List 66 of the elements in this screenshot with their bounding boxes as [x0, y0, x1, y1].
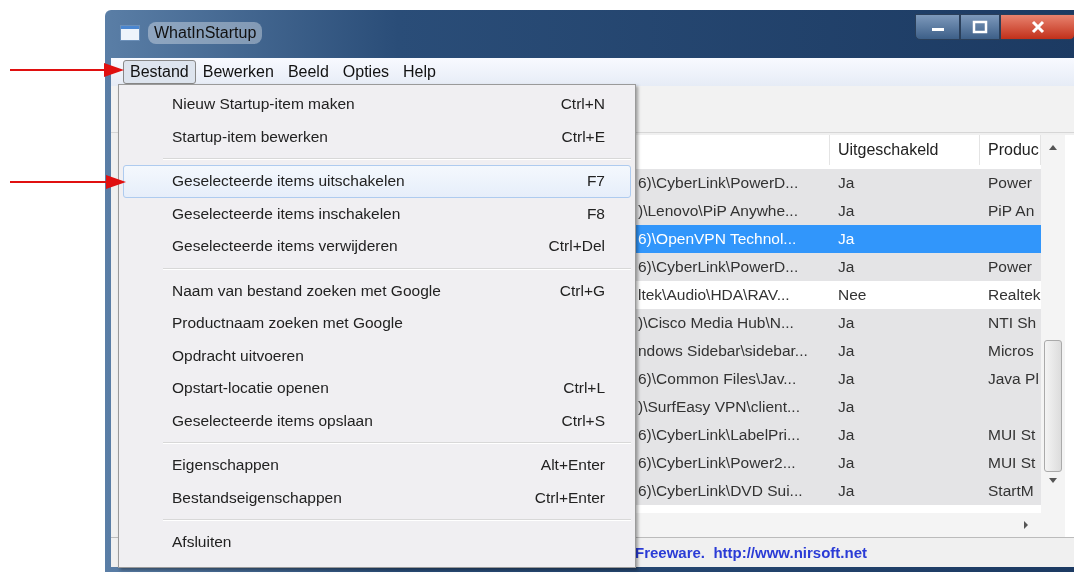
- menu-item[interactable]: Help: [396, 60, 443, 84]
- menu-option[interactable]: Naam van bestand zoeken met Google Ctrl+G: [123, 274, 631, 307]
- table-cell-text: 6)\OpenVPN Technol...: [637, 229, 798, 249]
- scroll-down-icon: [1049, 478, 1057, 483]
- table-cell-text: 6)\CyberLink\DVD Sui...: [637, 481, 804, 501]
- table-cell-text: Power: [987, 257, 1033, 277]
- menu-option[interactable]: Geselecteerde items uitschakelen F7: [123, 165, 631, 198]
- scroll-thumb[interactable]: [1044, 340, 1062, 472]
- menu-option[interactable]: Nieuw Startup-item maken Ctrl+N: [123, 88, 631, 121]
- table-cell-text: ltek\Audio\HDA\RAV...: [637, 285, 791, 305]
- close-icon: [1029, 20, 1046, 34]
- table-cell-text: )\Lenovo\PiP Anywhe...: [637, 201, 799, 221]
- table-cell-text: )\Cisco Media Hub\N...: [637, 313, 795, 333]
- table-cell-text: PiP An: [987, 201, 1036, 221]
- table-cell-text: Ja: [837, 481, 856, 501]
- menu-option[interactable]: Geselecteerde items inschakelen F8: [123, 197, 631, 230]
- table-cell-text: Ja: [837, 229, 856, 249]
- maximize-button[interactable]: [960, 14, 1000, 40]
- minimize-button[interactable]: [915, 14, 960, 40]
- scroll-up-icon: [1049, 145, 1057, 150]
- column-header[interactable]: Uitgeschakeld: [830, 135, 980, 165]
- menu-item[interactable]: Bewerken: [195, 60, 281, 84]
- table-cell-text: Ja: [837, 173, 856, 193]
- menu-item[interactable]: Opties: [335, 60, 397, 84]
- table-cell-text: MUI St: [987, 453, 1037, 473]
- table-cell-text: MUI St: [987, 425, 1037, 445]
- table-cell-text: Realtek: [987, 285, 1041, 305]
- window-title: WhatInStartup: [148, 22, 263, 44]
- menu-option[interactable]: Opdracht uitvoeren: [123, 339, 631, 372]
- menu-option[interactable]: Startup-item bewerken Ctrl+E: [123, 120, 631, 153]
- table-cell-text: 6)\CyberLink\PowerD...: [637, 257, 800, 277]
- window-icon: [120, 25, 140, 41]
- table-cell-text: 6)\CyberLink\LabelPri...: [637, 425, 801, 445]
- vertical-scrollbar[interactable]: [1041, 135, 1065, 537]
- table-cell-text: Java Pl: [987, 369, 1040, 389]
- menu-option[interactable]: Productnaam zoeken met Google: [123, 307, 631, 340]
- menu-option[interactable]: Opstart-locatie openen Ctrl+L: [123, 372, 631, 405]
- table-cell-text: Ja: [837, 369, 856, 389]
- table-cell-text: Ja: [837, 341, 856, 361]
- menu-option[interactable]: Geselecteerde items verwijderen Ctrl+Del: [123, 230, 631, 263]
- menu-option[interactable]: Eigenschappen Alt+Enter: [123, 449, 631, 482]
- close-button[interactable]: [1000, 14, 1074, 40]
- scroll-right-icon: [1023, 521, 1029, 529]
- menu-option[interactable]: Geselecteerde items opslaan Ctrl+S: [123, 404, 631, 437]
- table-cell-text: Ja: [837, 201, 856, 221]
- table-cell-text: )\SurfEasy VPN\client...: [637, 397, 801, 417]
- menu-item[interactable]: Beeld: [280, 60, 336, 84]
- table-cell-text: StartM: [987, 481, 1035, 501]
- table-cell-text: Ja: [837, 425, 856, 445]
- table-cell-text: Power: [987, 173, 1033, 193]
- menu-option[interactable]: Bestandseigenschappen Ctrl+Enter: [123, 481, 631, 514]
- table-cell-text: 6)\CyberLink\Power2...: [637, 453, 797, 473]
- menu-option[interactable]: Afsluiten: [123, 526, 631, 559]
- table-cell-text: NTI Sh: [987, 313, 1038, 333]
- status-link[interactable]: Freeware. http://www.nirsoft.net: [635, 544, 867, 561]
- table-cell-text: Ja: [837, 453, 856, 473]
- table-cell-text: Micros: [987, 341, 1035, 361]
- table-cell-text: 6)\CyberLink\PowerD...: [637, 173, 800, 193]
- table-cell-text: Ja: [837, 313, 856, 333]
- menu-item[interactable]: Bestand: [123, 60, 196, 84]
- table-cell-text: 6)\Common Files\Jav...: [637, 369, 798, 389]
- table-cell-text: Ja: [837, 397, 856, 417]
- maximize-icon: [972, 20, 988, 34]
- table-cell-text: ndows Sidebar\sidebar...: [637, 341, 809, 361]
- table-cell-text: Nee: [837, 285, 868, 305]
- table-cell-text: Ja: [837, 257, 856, 277]
